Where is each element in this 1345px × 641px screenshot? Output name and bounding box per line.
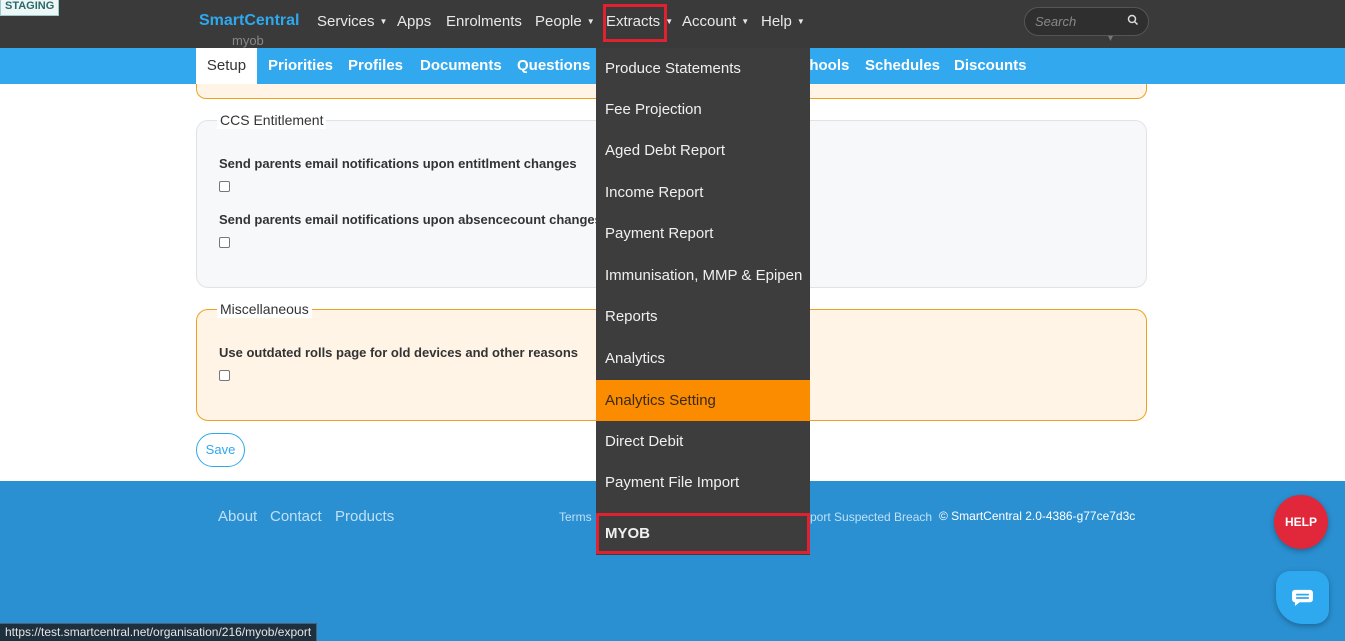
chat-icon xyxy=(1292,589,1313,607)
caret-down-icon: ▼ xyxy=(379,17,388,26)
tab-schedules[interactable]: Schedules xyxy=(865,57,940,74)
browser-status-url: https://test.smartcentral.net/organisati… xyxy=(0,623,318,641)
footer-link-products[interactable]: Products xyxy=(335,508,394,525)
absence-notify-checkbox[interactable] xyxy=(219,237,230,248)
entitlement-notify-checkbox[interactable] xyxy=(219,181,230,192)
menu-item-myob[interactable]: MYOB xyxy=(596,513,810,554)
menu-item-payment-report[interactable]: Payment Report xyxy=(596,213,810,254)
search-input[interactable] xyxy=(1035,14,1125,29)
help-button[interactable]: HELP xyxy=(1274,495,1328,549)
absence-notify-label: Send parents email notifications upon ab… xyxy=(219,212,602,227)
entitlement-notify-label: Send parents email notifications upon en… xyxy=(219,156,577,171)
footer-link-report-breach[interactable]: port Suspected Breach xyxy=(810,510,932,524)
menu-item-immunisation[interactable]: Immunisation, MMP & Epipen xyxy=(596,255,810,296)
menu-item-direct-debit[interactable]: Direct Debit xyxy=(596,421,810,462)
brand-logo[interactable]: SmartCentral xyxy=(199,12,299,30)
top-navbar: SmartCentral Services ▼ Apps Enrolments P… xyxy=(0,0,1345,48)
caret-down-icon: ▼ xyxy=(741,17,750,26)
tab-priorities[interactable]: Priorities xyxy=(268,57,333,74)
underlying-select-text: myob xyxy=(232,33,264,48)
menu-item-aged-debt-report[interactable]: Aged Debt Report xyxy=(596,130,810,171)
tab-discounts[interactable]: Discounts xyxy=(954,57,1027,74)
staging-badge: STAGING xyxy=(0,0,60,16)
footer-link-contact[interactable]: Contact xyxy=(270,508,322,525)
menu-item-fee-projection[interactable]: Fee Projection xyxy=(596,89,810,130)
search-icon[interactable] xyxy=(1126,13,1140,27)
search-box xyxy=(1024,7,1149,36)
footer-link-about[interactable]: About xyxy=(218,508,257,525)
nav-services[interactable]: Services ▼ xyxy=(317,13,387,30)
menu-item-analytics[interactable]: Analytics xyxy=(596,338,810,379)
outdated-rolls-checkbox[interactable] xyxy=(219,370,230,381)
extracts-highlight-box xyxy=(603,4,667,42)
menu-item-payment-file-import[interactable]: Payment File Import xyxy=(596,462,810,503)
caret-down-icon: ▼ xyxy=(796,17,805,26)
tab-documents[interactable]: Documents xyxy=(420,57,502,74)
tab-profiles[interactable]: Profiles xyxy=(348,57,403,74)
menu-item-analytics-setting[interactable]: Analytics Setting xyxy=(596,380,810,421)
chat-button[interactable] xyxy=(1276,571,1329,624)
save-button[interactable]: Save xyxy=(196,433,245,467)
menu-item-produce-statements[interactable]: Produce Statements xyxy=(596,48,810,89)
outdated-rolls-label: Use outdated rolls page for old devices … xyxy=(219,345,579,360)
nav-apps[interactable]: Apps xyxy=(397,13,431,30)
tab-setup[interactable]: Setup xyxy=(196,48,257,84)
footer-link-terms[interactable]: Terms xyxy=(559,510,592,524)
tab-questions[interactable]: Questions xyxy=(517,57,590,74)
caret-down-icon: ▼ xyxy=(586,17,595,26)
chevron-down-icon: ▾ xyxy=(1108,33,1114,44)
nav-people[interactable]: People ▼ xyxy=(535,13,595,30)
nav-account[interactable]: Account ▼ xyxy=(682,13,749,30)
fieldset-legend: CCS Entitlement xyxy=(217,111,327,129)
footer-copyright: © SmartCentral 2.0-4386-g77ce7d3c xyxy=(939,509,1136,523)
fieldset-legend: Miscellaneous xyxy=(217,300,312,318)
menu-item-reports[interactable]: Reports xyxy=(596,296,810,337)
nav-enrolments[interactable]: Enrolments xyxy=(446,13,522,30)
nav-help[interactable]: Help ▼ xyxy=(761,13,805,30)
menu-item-income-report[interactable]: Income Report xyxy=(596,172,810,213)
extracts-dropdown-menu: Produce Statements Fee Projection Aged D… xyxy=(596,48,810,555)
